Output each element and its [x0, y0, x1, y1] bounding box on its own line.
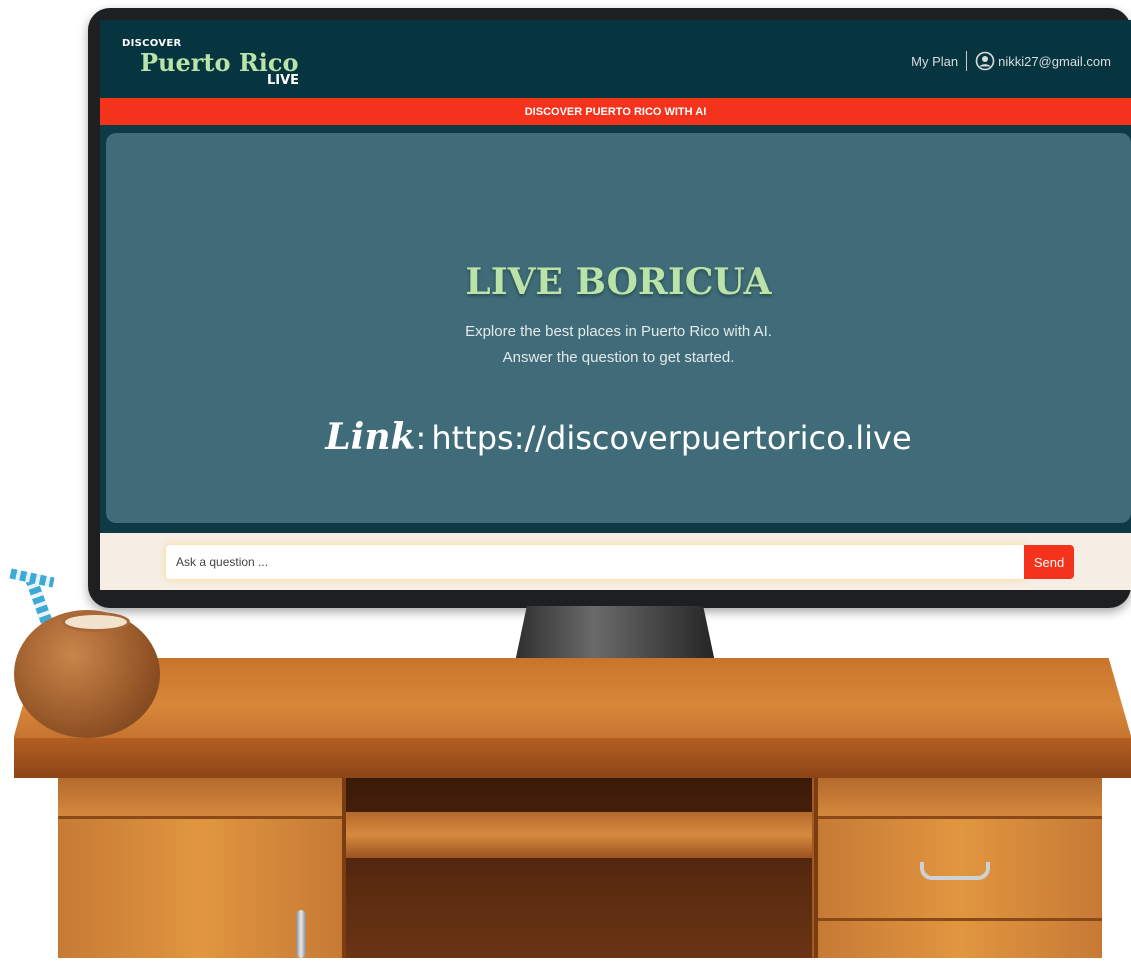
- question-input[interactable]: [166, 545, 1024, 579]
- chat-bar: Send: [100, 533, 1131, 590]
- user-email: nikki27@gmail.com: [998, 53, 1111, 69]
- link-label: Link: [325, 416, 416, 458]
- hero-subtitle-line2: Answer the question to get started.: [502, 349, 735, 366]
- desk-top-edge: [14, 738, 1131, 778]
- my-plan-link[interactable]: My Plan: [911, 54, 958, 69]
- user-account[interactable]: nikki27@gmail.com: [975, 51, 1111, 71]
- user-circle-icon: [975, 51, 995, 71]
- site-link-caption: Link: https://discoverpuertorico.live: [106, 416, 1131, 458]
- header-nav: My Plan nikki27@gmail.com: [911, 50, 1111, 72]
- hero-panel: LIVE BORICUA Explore the best places in …: [106, 133, 1131, 523]
- hero-title: LIVE BORICUA: [465, 261, 772, 303]
- send-button[interactable]: Send: [1024, 545, 1074, 579]
- app-header: DISCOVER Puerto Rico LIVE My Plan nikki2…: [100, 20, 1131, 98]
- header-divider: [966, 51, 968, 71]
- app-screen: DISCOVER Puerto Rico LIVE My Plan nikki2…: [100, 20, 1131, 590]
- site-logo[interactable]: DISCOVER Puerto Rico LIVE: [122, 38, 342, 94]
- cabinet-handle-icon: [296, 910, 306, 958]
- drawer-handle-icon: [920, 862, 990, 880]
- desk-knee-space: [346, 778, 812, 958]
- coconut-opening-icon: [62, 612, 130, 632]
- banner-text: DISCOVER PUERTO RICO WITH AI: [524, 105, 707, 118]
- desk-shelf: [346, 812, 812, 858]
- hero-subtitle-line1: Explore the best places in Puerto Rico w…: [465, 323, 772, 340]
- logo-live-text: LIVE: [267, 73, 300, 88]
- promo-banner: DISCOVER PUERTO RICO WITH AI: [100, 98, 1131, 125]
- link-url[interactable]: https://discoverpuertorico.live: [431, 419, 911, 457]
- link-colon: :: [415, 419, 427, 457]
